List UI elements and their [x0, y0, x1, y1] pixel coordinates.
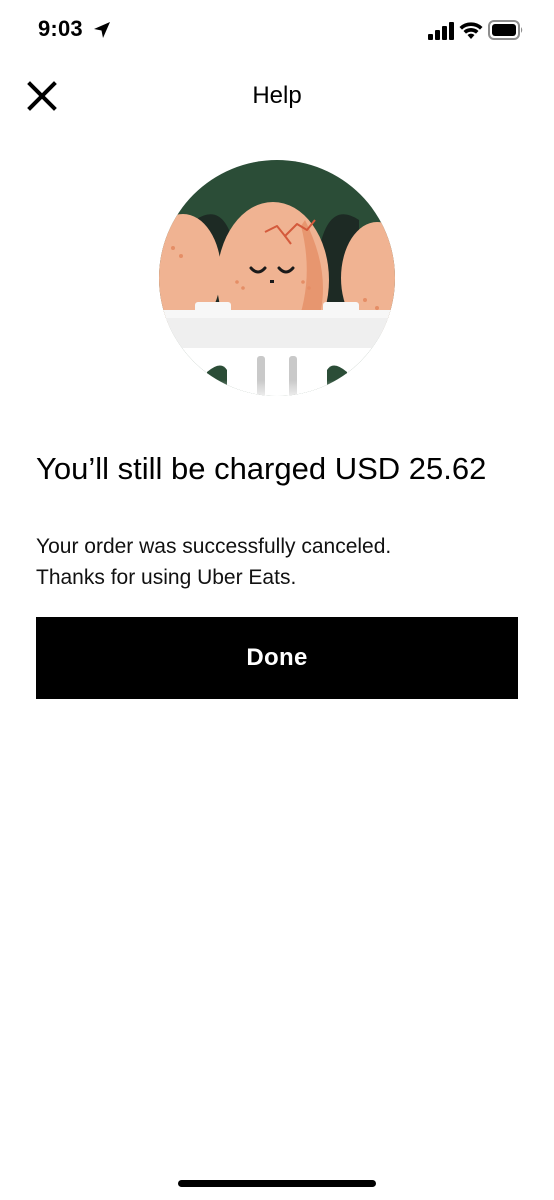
cancel-message-line-2: Thanks for using Uber Eats.	[36, 566, 297, 589]
charge-headline: You’ll still be charged USD 25.62	[36, 451, 487, 486]
location-arrow-icon	[94, 22, 110, 38]
page-title: Help	[252, 82, 302, 109]
battery-icon	[488, 20, 523, 40]
cancel-message-line-1: Your order was successfully canceled.	[36, 535, 392, 558]
done-button[interactable]: Done	[36, 617, 518, 699]
status-bar: 9:03	[0, 0, 554, 62]
cracked-egg-illustration	[159, 160, 395, 396]
home-indicator[interactable]	[178, 1180, 376, 1187]
cancel-message: Your order was successfully canceled. Th…	[36, 531, 526, 593]
cellular-signal-icon	[428, 22, 454, 40]
wifi-icon	[459, 22, 483, 39]
status-time: 9:03	[38, 16, 83, 41]
